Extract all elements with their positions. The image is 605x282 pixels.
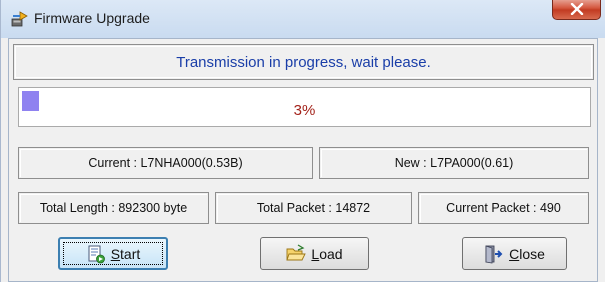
close-label: Close — [509, 245, 545, 262]
close-icon — [570, 3, 583, 15]
status-panel: Transmission in progress, wait please. — [13, 44, 594, 80]
current-packet-field: Current Packet : 490 — [418, 192, 589, 224]
exit-door-icon — [485, 244, 503, 263]
status-message: Transmission in progress, wait please. — [176, 53, 431, 71]
new-version-text: New : L7PA000(0.61) — [394, 156, 514, 170]
progress-bar: 3% — [18, 87, 591, 127]
close-window-button[interactable] — [552, 0, 601, 20]
start-button[interactable]: Start — [58, 237, 168, 270]
new-version-field: New : L7PA000(0.61) — [319, 147, 589, 179]
start-label: Start — [110, 245, 141, 262]
current-packet-text: Current Packet : 490 — [446, 201, 561, 215]
load-button[interactable]: Load — [260, 237, 369, 270]
total-packet-text: Total Packet : 14872 — [256, 201, 371, 215]
load-label: Load — [311, 245, 343, 262]
window-title: Firmware Upgrade — [34, 10, 150, 26]
current-version-text: Current : L7NHA000(0.53B) — [88, 156, 243, 170]
progress-percent: 3% — [293, 102, 316, 119]
close-button[interactable]: Close — [462, 237, 567, 270]
total-packet-field: Total Packet : 14872 — [215, 192, 412, 224]
firmware-upgrade-icon — [11, 11, 28, 27]
start-icon — [88, 245, 105, 263]
folder-open-icon — [286, 243, 307, 260]
firmware-upgrade-window: Firmware Upgrade Transmission in progres… — [0, 0, 605, 282]
current-version-field: Current : L7NHA000(0.53B) — [18, 147, 313, 179]
total-length-text: Total Length : 892300 byte — [39, 201, 188, 215]
title-bar[interactable]: Firmware Upgrade — [1, 0, 605, 38]
total-length-field: Total Length : 892300 byte — [18, 192, 209, 224]
